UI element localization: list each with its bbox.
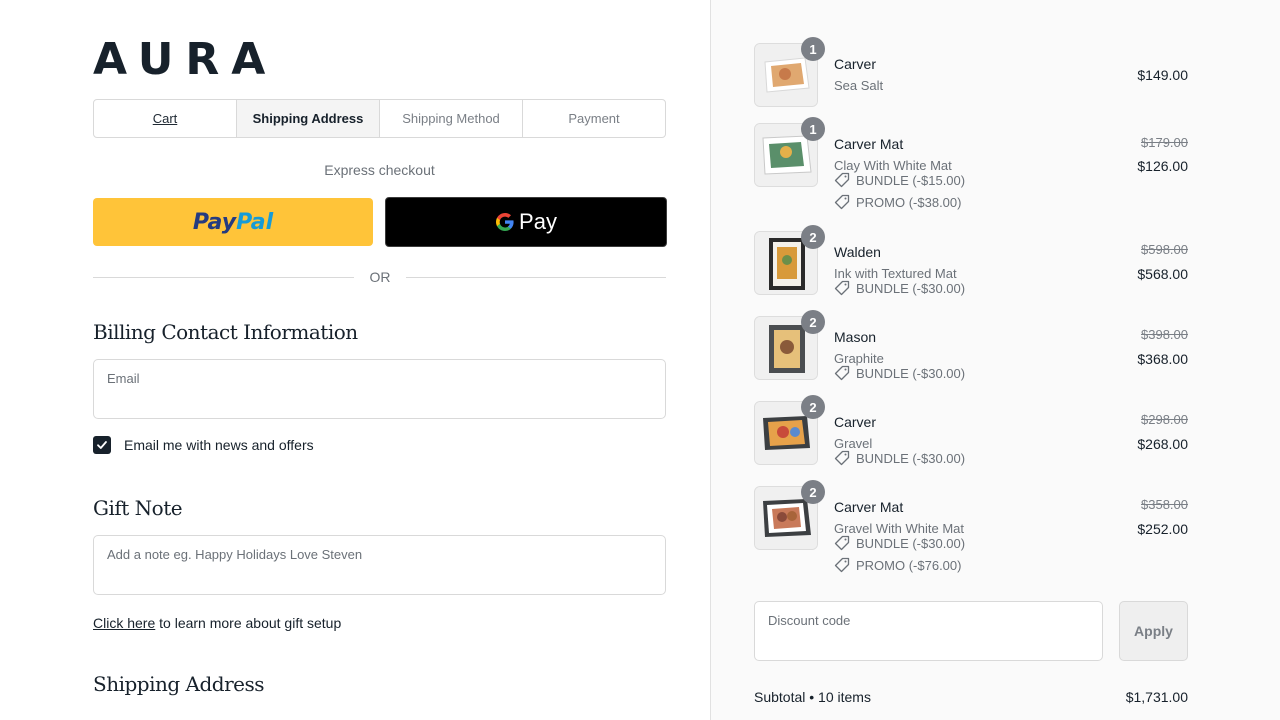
item-name: Walden xyxy=(834,244,881,260)
tag-icon xyxy=(834,535,850,551)
gift-setup-link[interactable]: Click here xyxy=(93,615,155,631)
item-original-price: $358.00 xyxy=(1141,497,1188,512)
item-price: $252.00 xyxy=(1137,521,1188,537)
discount-code-label: Discount code xyxy=(768,613,851,628)
quantity-badge: 2 xyxy=(801,225,825,249)
email-field[interactable]: Email xyxy=(93,359,666,419)
gift-note-title: Gift Note xyxy=(93,496,183,520)
cart-item: 2 Walden Ink with Textured Mat BUNDLE (-… xyxy=(754,225,1188,296)
item-price: $368.00 xyxy=(1137,351,1188,367)
gift-note-field[interactable]: Add a note eg. Happy Holidays Love Steve… xyxy=(93,535,666,595)
step-payment: Payment xyxy=(568,111,620,126)
quantity-badge: 1 xyxy=(801,117,825,141)
item-price: $149.00 xyxy=(1137,67,1188,83)
cart-item: 2 Carver Mat Gravel With White Mat BUNDL… xyxy=(754,480,1188,576)
gift-setup-help: Click here to learn more about gift setu… xyxy=(93,615,341,631)
item-original-price: $298.00 xyxy=(1141,412,1188,427)
billing-title: Billing Contact Information xyxy=(93,320,358,344)
item-variant: Sea Salt xyxy=(834,78,884,93)
discount-text: PROMO (-$38.00) xyxy=(856,194,962,210)
google-pay-button[interactable]: Pay xyxy=(385,197,667,247)
newsletter-option[interactable]: Email me with news and offers xyxy=(93,436,314,454)
discount-line: BUNDLE (-$15.00) xyxy=(834,172,965,188)
cart-item: 2 Mason Graphite BUNDLE (-$30.00) $398.0… xyxy=(754,310,1188,381)
discount-line: BUNDLE (-$30.00) xyxy=(834,535,965,551)
step-shipping-address[interactable]: Shipping Address xyxy=(237,100,380,137)
item-original-price: $598.00 xyxy=(1141,242,1188,257)
item-price: $568.00 xyxy=(1137,266,1188,282)
discount-text: BUNDLE (-$30.00) xyxy=(856,280,966,296)
newsletter-checkbox[interactable] xyxy=(93,436,111,454)
checkout-main: AURA Cart Shipping Address Shipping Meth… xyxy=(0,0,710,720)
apply-discount-button[interactable]: Apply xyxy=(1119,601,1188,661)
discount-text: BUNDLE (-$15.00) xyxy=(856,172,966,188)
item-original-price: $398.00 xyxy=(1141,327,1188,342)
item-variant: Gravel With White Mat xyxy=(834,521,965,536)
quantity-badge: 2 xyxy=(801,480,825,504)
tag-icon xyxy=(834,557,850,573)
discount-line: BUNDLE (-$30.00) xyxy=(834,365,965,381)
discount-code-input[interactable]: Discount code xyxy=(754,601,1103,661)
discount-line: BUNDLE (-$30.00) xyxy=(834,450,965,466)
item-variant: Clay With White Mat xyxy=(834,158,952,173)
item-name: Mason xyxy=(834,329,877,345)
checkmark-icon xyxy=(97,441,107,449)
paypal-logo-part1: Pay xyxy=(192,209,237,235)
item-name: Carver xyxy=(834,56,877,72)
divider-line xyxy=(93,277,354,278)
order-summary: 1 Carver Sea Salt $149.00 1 Carver Mat C… xyxy=(710,0,1280,720)
or-divider: OR xyxy=(93,268,666,288)
google-pay-label: Pay xyxy=(519,209,557,234)
discount-text: BUNDLE (-$30.00) xyxy=(856,365,966,381)
item-price: $126.00 xyxy=(1137,158,1188,174)
quantity-badge: 2 xyxy=(801,310,825,334)
subtotal-row: Subtotal • 10 items $1,731.00 xyxy=(754,689,1188,705)
aura-logo[interactable]: AURA xyxy=(93,38,277,82)
step-cart[interactable]: Cart xyxy=(94,100,237,137)
divider-line xyxy=(406,277,666,278)
quantity-badge: 2 xyxy=(801,395,825,419)
discount-text: PROMO (-$76.00) xyxy=(856,557,962,573)
tag-icon xyxy=(834,450,850,466)
discount-text: BUNDLE (-$30.00) xyxy=(856,535,966,551)
tag-icon xyxy=(834,365,850,381)
google-g-icon xyxy=(496,213,514,231)
quantity-badge: 1 xyxy=(801,37,825,61)
discount-line: PROMO (-$76.00) xyxy=(834,557,961,573)
or-text: OR xyxy=(369,269,391,285)
express-checkout-label: Express checkout xyxy=(324,162,435,178)
newsletter-label: Email me with news and offers xyxy=(124,437,314,453)
paypal-logo: PayPal xyxy=(193,210,273,235)
paypal-logo-part2: Pal xyxy=(236,209,274,235)
item-name: Carver Mat xyxy=(834,136,904,152)
checkout-steps: Cart Shipping Address Shipping Method Pa… xyxy=(93,99,666,138)
paypal-button[interactable]: PayPal xyxy=(93,198,373,246)
tag-icon xyxy=(834,194,850,210)
item-variant: Gravel xyxy=(834,436,873,451)
gift-note-placeholder: Add a note eg. Happy Holidays Love Steve… xyxy=(107,547,363,562)
shipping-address-title: Shipping Address xyxy=(93,672,265,696)
subtotal-label: Subtotal • 10 items xyxy=(754,689,871,705)
tag-icon xyxy=(834,280,850,296)
discount-text: BUNDLE (-$30.00) xyxy=(856,450,966,466)
item-variant: Graphite xyxy=(834,351,884,366)
cart-item: 2 Carver Gravel BUNDLE (-$30.00) $298.00… xyxy=(754,395,1188,466)
item-price: $268.00 xyxy=(1137,436,1188,452)
discount-line: BUNDLE (-$30.00) xyxy=(834,280,965,296)
cart-item: 1 Carver Sea Salt $149.00 xyxy=(754,37,1188,107)
gift-setup-text: to learn more about gift setup xyxy=(155,615,342,631)
item-name: Carver Mat xyxy=(834,499,904,515)
discount-line: PROMO (-$38.00) xyxy=(834,194,961,210)
step-shipping-method: Shipping Method xyxy=(380,100,523,137)
tag-icon xyxy=(834,172,850,188)
email-label: Email xyxy=(107,371,140,386)
item-variant: Ink with Textured Mat xyxy=(834,266,957,281)
item-name: Carver xyxy=(834,414,877,430)
cart-item: 1 Carver Mat Clay With White Mat BUNDLE … xyxy=(754,117,1188,213)
subtotal-amount: $1,731.00 xyxy=(1125,689,1188,705)
item-original-price: $179.00 xyxy=(1141,135,1188,150)
